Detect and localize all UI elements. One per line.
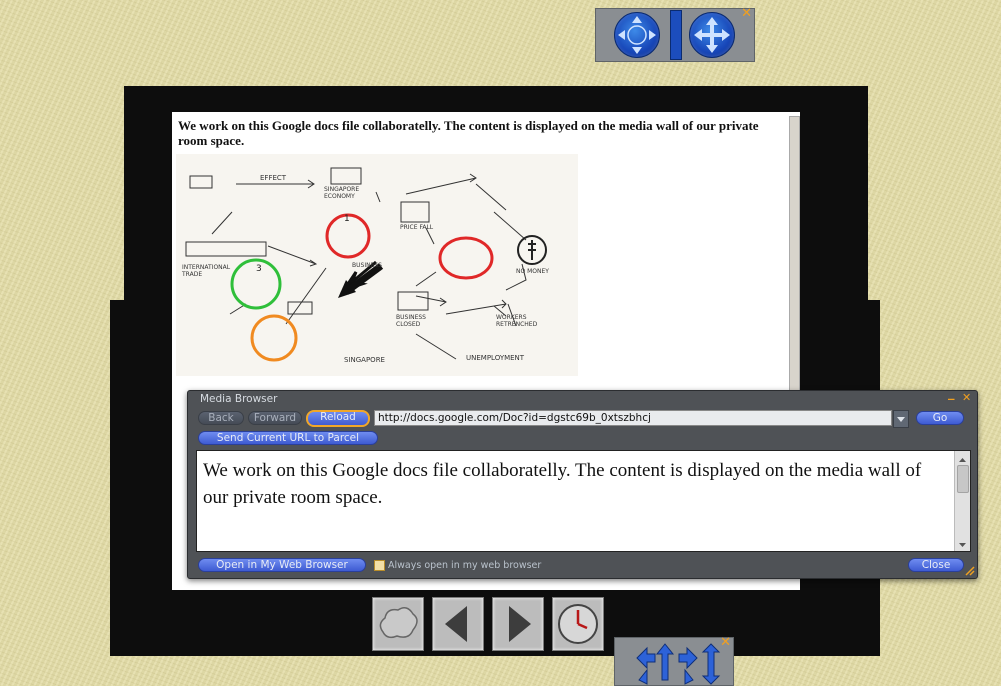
zoom-slider[interactable]	[670, 10, 682, 60]
url-input[interactable]: http://docs.google.com/Doc?id=dgstc69b_0…	[374, 410, 892, 426]
send-url-to-parcel-button[interactable]: Send Current URL to Parcel	[198, 431, 378, 445]
sketch-number-3: 3	[256, 264, 262, 274]
content-scrollbar[interactable]	[954, 451, 970, 551]
sketch-number-1: 1	[344, 214, 350, 224]
orange-circle	[250, 314, 298, 362]
media-cloud-button[interactable]	[372, 597, 424, 651]
orbit-camera-dial-icon[interactable]	[614, 12, 660, 58]
sketch-label-trade: INTERNATIONAL TRADE	[182, 264, 231, 278]
sketch-label-business: BUSINESS	[352, 262, 382, 269]
web-content-area[interactable]: We work on this Google docs file collabo…	[196, 450, 971, 552]
sketch-label-price-fall: PRICE FALL	[400, 224, 434, 231]
forward-button[interactable]: Forward	[248, 411, 302, 425]
cloud-icon	[379, 607, 418, 639]
pan-camera-dial-icon[interactable]	[689, 12, 735, 58]
sketch-diagram: EFFECT SINGAPORE UNEMPLOYMENT INTERNATIO…	[176, 154, 578, 376]
resize-handle-icon[interactable]	[965, 566, 975, 576]
scroll-down-icon[interactable]	[955, 539, 970, 551]
camera-controls-hud: ✕	[595, 6, 755, 62]
sketch-label-unemployment: UNEMPLOYMENT	[466, 354, 525, 362]
window-close-icon[interactable]: ✕	[962, 391, 971, 404]
sketch-label-effect: EFFECT	[260, 174, 287, 182]
sketch-label-retrenched: WORKERS RETRENCHED	[496, 314, 538, 328]
clock-icon	[558, 604, 598, 644]
open-in-web-browser-button[interactable]: Open in My Web Browser	[198, 558, 366, 572]
red-circle-2	[438, 236, 494, 280]
sketch-label-singapore: SINGAPORE	[344, 356, 385, 364]
always-open-label: Always open in my web browser	[388, 560, 542, 571]
reload-button[interactable]: Reload	[306, 410, 370, 427]
minimize-button[interactable]: _	[948, 386, 955, 401]
sketch-label-closed: BUSINESS CLOSED	[396, 314, 426, 328]
chevron-down-icon	[897, 417, 905, 422]
sketch-label-no-money: NO MONEY	[516, 268, 549, 275]
media-browser-window: Media Browser _ ✕ Back Forward Reload ht…	[187, 386, 978, 579]
prev-arrow-icon	[445, 606, 467, 642]
next-button[interactable]: Next	[492, 597, 581, 651]
movement-controls-hud: ✕	[614, 635, 734, 686]
doc-scrollbar[interactable]	[789, 116, 800, 392]
media-browser-title: Media Browser	[200, 393, 278, 405]
web-content-text: We work on this Google docs file collabo…	[203, 460, 922, 508]
sketch-label-economy: SINGAPORE ECONOMY	[324, 186, 360, 200]
go-button[interactable]: Go	[916, 411, 964, 425]
close-button[interactable]: Close	[908, 558, 964, 572]
scrollbar-thumb[interactable]	[957, 465, 969, 493]
back-button[interactable]: Back	[198, 411, 244, 425]
doc-text: We work on this Google docs file collabo…	[178, 118, 759, 148]
camera-hud-close-icon[interactable]: ✕	[741, 6, 752, 21]
always-open-checkbox[interactable]	[374, 560, 385, 571]
next-arrow-icon	[509, 606, 531, 642]
url-history-dropdown[interactable]	[893, 410, 909, 428]
movement-arrows-icon[interactable]	[633, 640, 741, 686]
prev-button[interactable]: Prev	[432, 597, 521, 651]
clock-button[interactable]	[552, 597, 604, 651]
